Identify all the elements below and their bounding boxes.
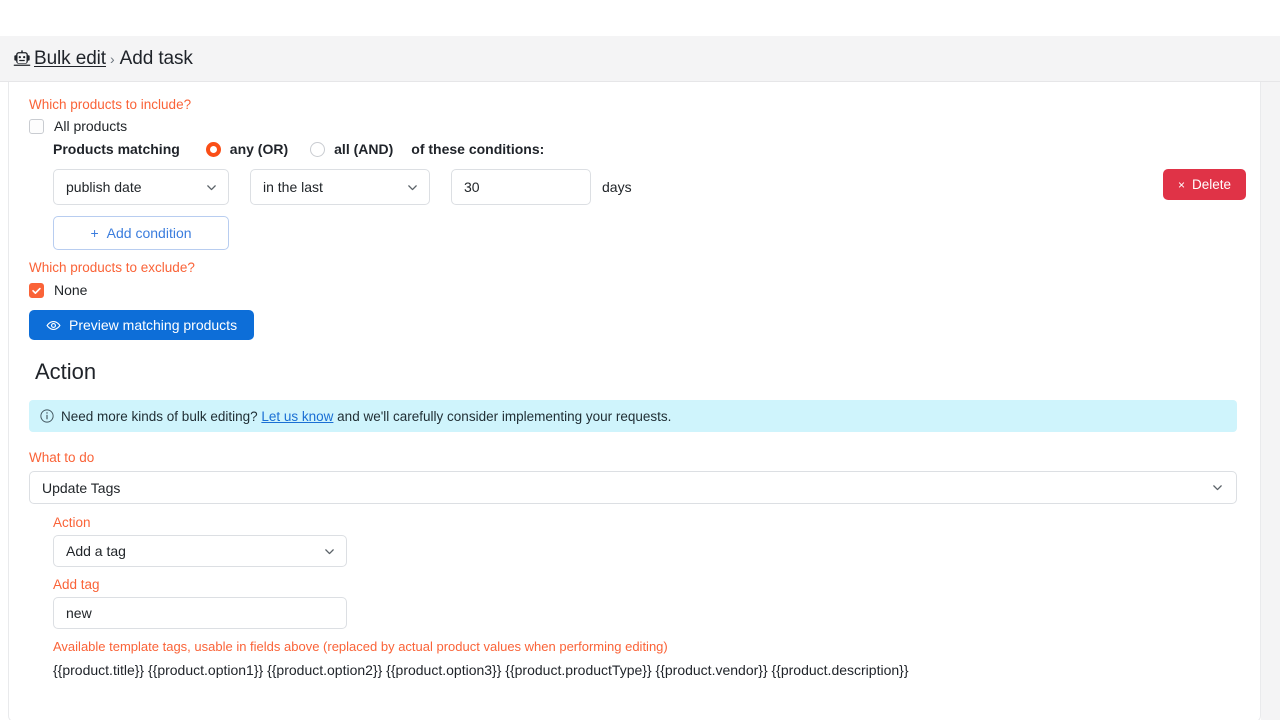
exclude-none-label: None: [54, 282, 87, 298]
radio-any-or-label[interactable]: any (OR): [230, 141, 288, 157]
what-to-do-value: Update Tags: [42, 480, 120, 496]
let-us-know-link[interactable]: Let us know: [261, 409, 333, 424]
all-products-checkbox[interactable]: [29, 119, 44, 134]
sub-action-value: Add a tag: [66, 543, 126, 559]
sub-action-select[interactable]: Add a tag: [53, 535, 347, 567]
plus-icon: +: [90, 225, 98, 241]
add-tag-input[interactable]: new: [53, 597, 347, 629]
page-root: Bulk edit › Add task Which products to i…: [0, 0, 1280, 720]
condition-field-value: publish date: [66, 179, 142, 195]
info-banner-text-after: and we'll carefully consider implementin…: [333, 409, 671, 424]
close-icon: ×: [1178, 179, 1185, 191]
all-products-row[interactable]: All products: [29, 118, 1248, 134]
chevron-right-icon: ›: [110, 51, 115, 67]
conditions-suffix-label: of these conditions:: [411, 141, 544, 157]
right-gutter: [1261, 82, 1280, 720]
preview-matching-products-button[interactable]: Preview matching products: [29, 310, 254, 340]
task-form-card: Which products to include? All products …: [8, 82, 1261, 720]
condition-unit-label: days: [602, 179, 632, 195]
radio-all-and-label[interactable]: all (AND): [334, 141, 393, 157]
include-section-label: Which products to include?: [29, 96, 1248, 114]
condition-value-input[interactable]: 30: [451, 169, 591, 205]
info-banner: Need more kinds of bulk editing? Let us …: [29, 400, 1237, 432]
what-to-do-field: What to do Update Tags: [29, 449, 1237, 504]
add-tag-label: Add tag: [53, 576, 1248, 594]
what-to-do-label: What to do: [29, 449, 1237, 467]
condition-operator-value: in the last: [263, 179, 323, 195]
eye-icon: [46, 318, 61, 333]
template-tags-list: {{product.title}} {{product.option1}} {{…: [53, 661, 1248, 680]
add-condition-button[interactable]: + Add condition: [53, 216, 229, 250]
exclude-section-label: Which products to exclude?: [29, 259, 1248, 277]
products-matching-label: Products matching: [53, 141, 180, 157]
delete-condition-label: Delete: [1192, 177, 1231, 192]
robot-icon: [12, 49, 32, 69]
delete-condition-button[interactable]: × Delete: [1163, 169, 1246, 200]
exclude-none-row[interactable]: None: [29, 282, 1248, 298]
radio-all-and[interactable]: [310, 142, 325, 157]
nested-action-group: Action Add a tag Add tag new Available t…: [29, 514, 1248, 680]
chevron-down-icon: [406, 181, 419, 194]
condition-row: publish date in the last 30 days × Delet…: [29, 169, 1248, 205]
exclude-none-checkbox[interactable]: [29, 283, 44, 298]
page-title: Add task: [120, 48, 193, 70]
condition-operator-select[interactable]: in the last: [250, 169, 430, 205]
all-products-label: All products: [54, 118, 127, 134]
add-condition-wrap: + Add condition: [29, 216, 1248, 250]
products-matching-row: Products matching any (OR) all (AND) of …: [29, 141, 1248, 157]
sub-action-label: Action: [53, 514, 1248, 532]
check-icon: [31, 285, 42, 296]
add-tag-value: new: [66, 605, 92, 621]
condition-field-select[interactable]: publish date: [53, 169, 229, 205]
preview-matching-products-label: Preview matching products: [69, 317, 237, 333]
chevron-down-icon: [205, 181, 218, 194]
breadcrumb-bulk-edit-link[interactable]: Bulk edit: [34, 48, 106, 70]
info-circle-icon: [40, 409, 54, 423]
radio-any-or[interactable]: [206, 142, 221, 157]
action-section-title: Action: [35, 359, 1248, 385]
info-banner-text-before: Need more kinds of bulk editing?: [61, 409, 261, 424]
template-tags-note: Available template tags, usable in field…: [53, 638, 1248, 656]
chevron-down-icon: [1211, 481, 1224, 494]
add-condition-label: Add condition: [107, 225, 192, 241]
breadcrumb-header: Bulk edit › Add task: [0, 36, 1280, 82]
chevron-down-icon: [323, 545, 336, 558]
what-to-do-select[interactable]: Update Tags: [29, 471, 1237, 504]
condition-value-text: 30: [464, 179, 480, 195]
